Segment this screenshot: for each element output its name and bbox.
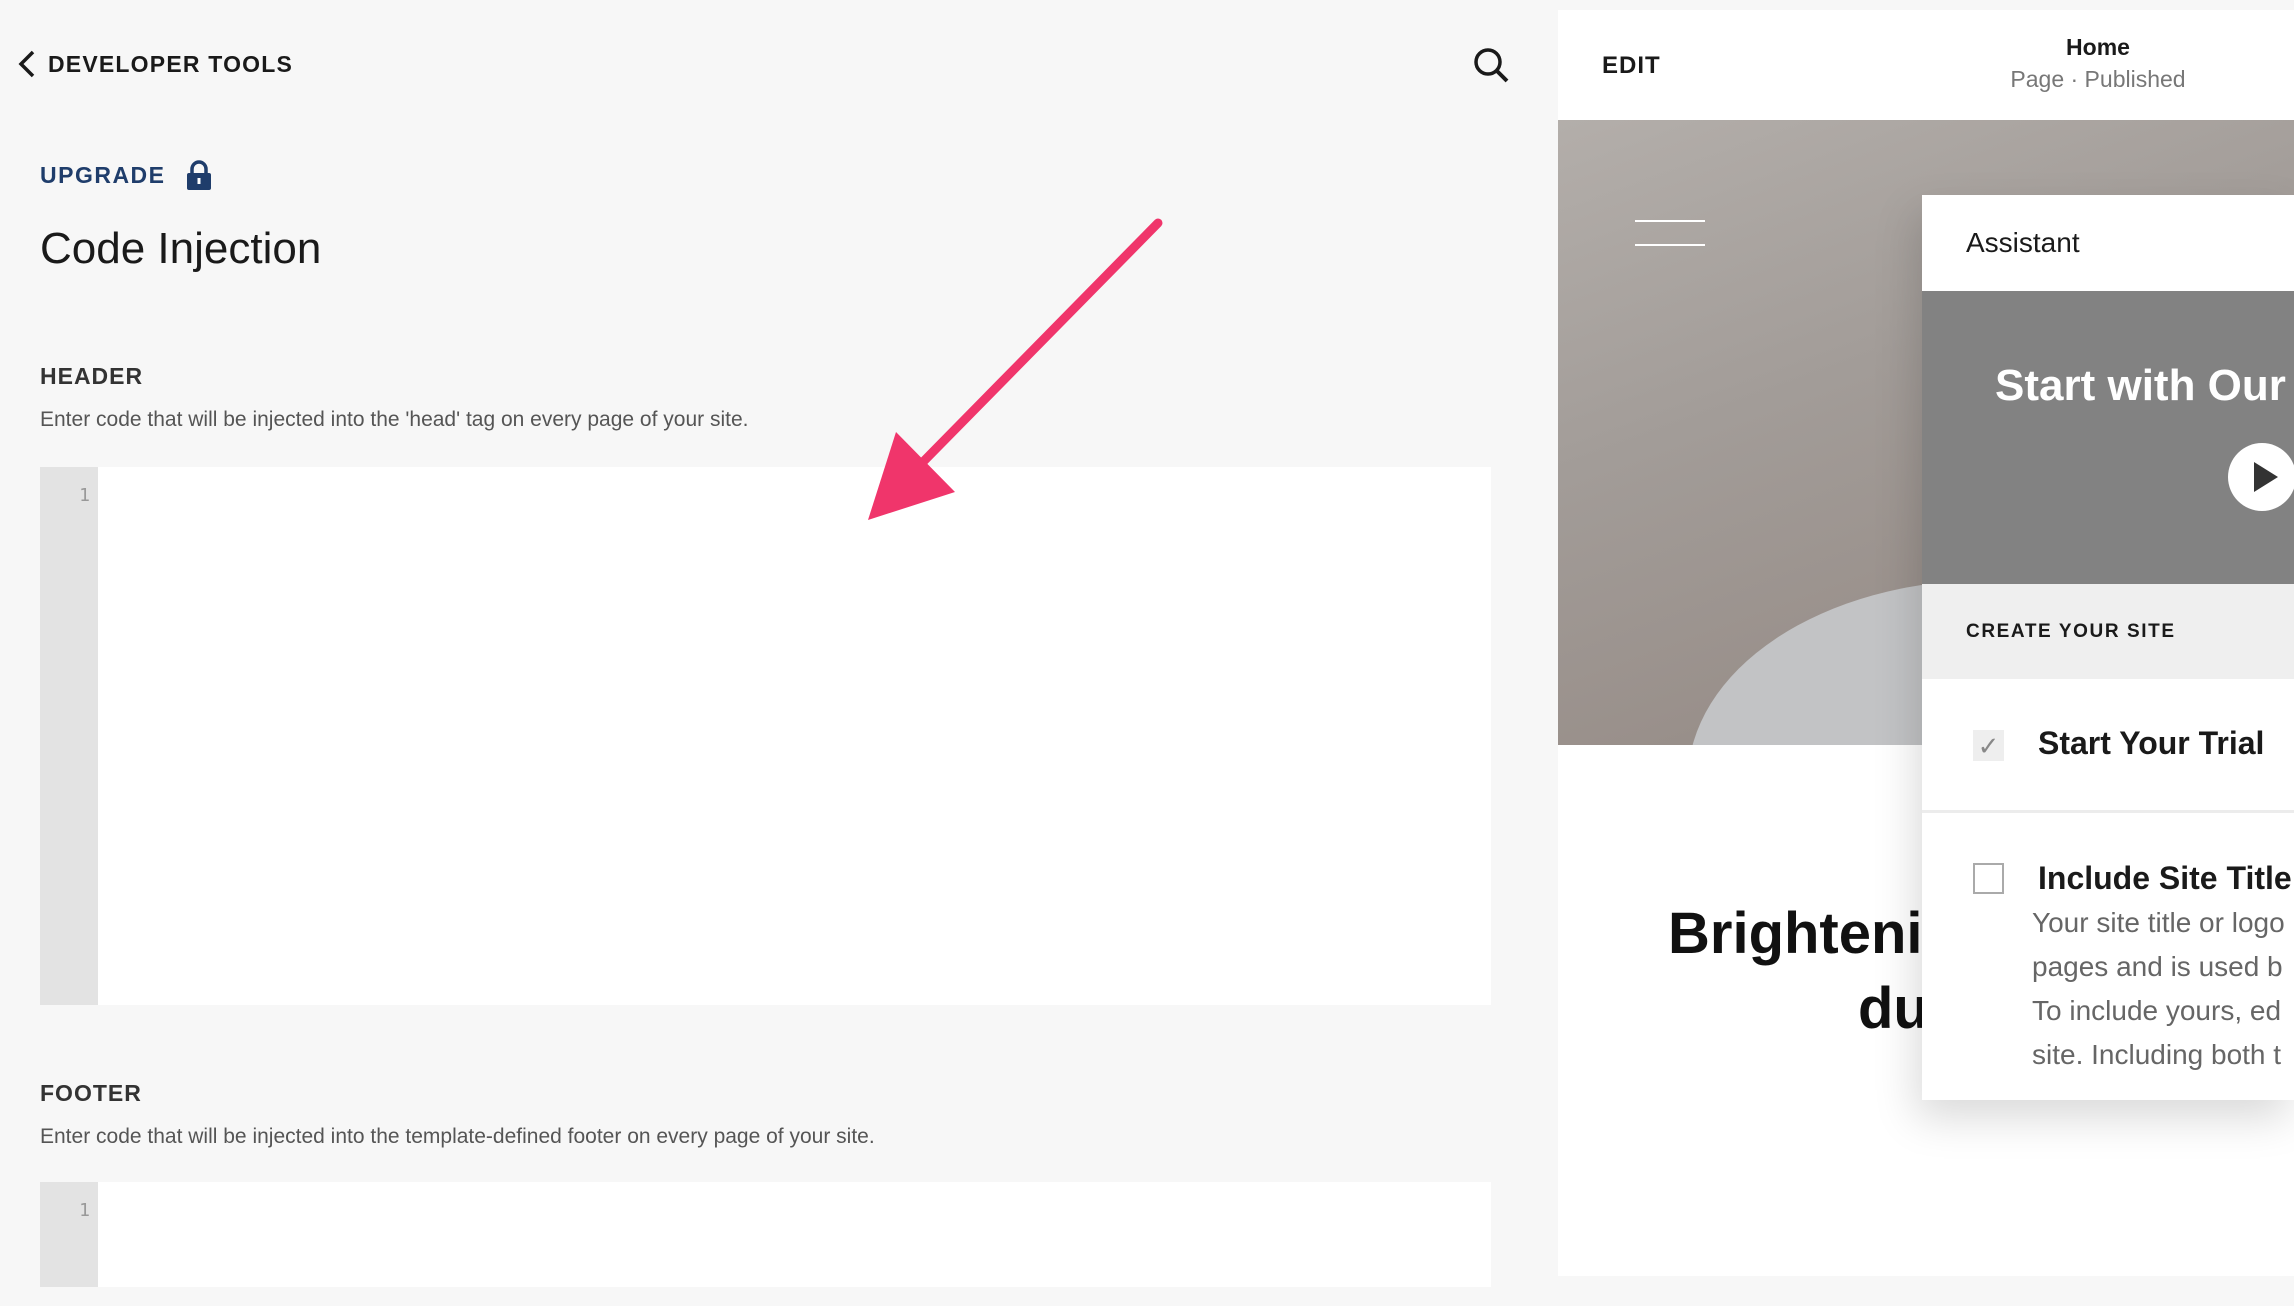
page-status: Page · Published xyxy=(2010,66,2186,92)
menu-icon-line[interactable] xyxy=(1635,244,1705,246)
menu-icon-line[interactable] xyxy=(1635,220,1705,222)
description-line: To include yours, ed xyxy=(2032,995,2282,1026)
assistant-title: Assistant xyxy=(1966,227,2080,258)
description-line: Your site title or logo xyxy=(2032,907,2285,938)
search-icon[interactable] xyxy=(1472,46,1510,84)
create-your-site-label: CREATE YOUR SITE xyxy=(1922,584,2294,679)
checklist-item-description: Your site title or logo pages and is use… xyxy=(2032,901,2285,1077)
checkbox-checked-icon[interactable]: ✓ xyxy=(1973,730,2004,761)
line-number: 1 xyxy=(79,1200,90,1221)
checklist-item-site-title[interactable]: Include Site Title Your site title or lo… xyxy=(1922,813,2294,1100)
checklist-item-start-trial[interactable]: ✓ Start Your Trial xyxy=(1922,679,2294,813)
checklist-item-label: Start Your Trial xyxy=(2038,725,2265,761)
footer-section-title: FOOTER xyxy=(40,1080,142,1106)
description-line: site. Including both t xyxy=(2032,1039,2282,1070)
line-gutter: 1 xyxy=(40,1182,98,1287)
edit-button[interactable]: EDIT xyxy=(1602,52,1661,80)
hero-heading-line1: Brightenin xyxy=(1668,901,1958,966)
assistant-video[interactable]: Start with Our xyxy=(1922,291,2294,584)
annotation-arrow-icon xyxy=(868,218,1163,520)
play-icon[interactable] xyxy=(2228,443,2294,511)
checklist-item-label: Include Site Title xyxy=(2038,860,2292,896)
page-name: Home xyxy=(2066,34,2130,60)
hero-heading-line2: du xyxy=(1858,976,1929,1041)
assistant-panel: Assistant Start with Our CREATE YOUR SIT… xyxy=(1922,195,2294,1100)
description-line: pages and is used b xyxy=(2032,951,2283,982)
checkbox-icon[interactable] xyxy=(1973,863,2004,894)
video-title: Start with Our xyxy=(1995,361,2286,410)
footer-section-description: Enter code that will be injected into th… xyxy=(40,1125,875,1148)
footer-code-editor[interactable]: 1 xyxy=(40,1182,1491,1287)
